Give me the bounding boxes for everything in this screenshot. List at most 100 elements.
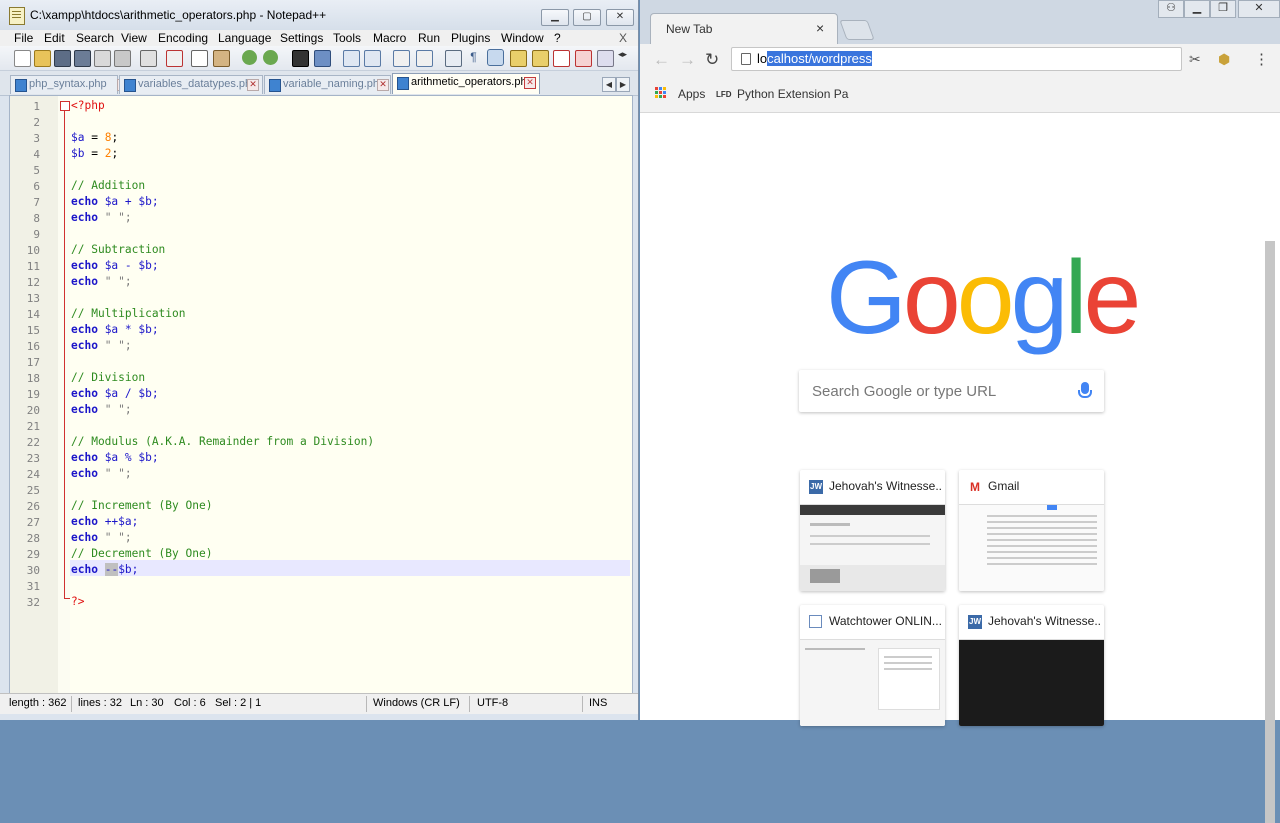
zoom-out-icon[interactable] bbox=[364, 50, 381, 67]
tab-close-icon[interactable]: ✕ bbox=[247, 79, 259, 91]
string: " "; bbox=[97, 531, 132, 544]
minimize-button[interactable]: ▁ bbox=[1184, 0, 1210, 18]
tab-variable-naming[interactable]: variable_naming.php ✕ bbox=[264, 75, 391, 94]
minimize-button[interactable]: ▁ bbox=[541, 9, 569, 26]
word-wrap-icon[interactable] bbox=[445, 50, 462, 67]
line-number: 6 bbox=[33, 180, 40, 193]
close-button[interactable]: ✕ bbox=[1238, 0, 1280, 18]
tab-close-icon[interactable]: ✕ bbox=[377, 79, 389, 91]
undo-icon[interactable] bbox=[242, 50, 257, 65]
maximize-button[interactable]: ▢ bbox=[573, 9, 601, 26]
logo-letter: l bbox=[1064, 240, 1087, 356]
most-visited-tile[interactable]: JW Jehovah's Witnesse... bbox=[959, 605, 1104, 726]
bookmark-python-extension[interactable]: Python Extension Pa bbox=[737, 87, 848, 101]
menu-encoding[interactable]: Encoding bbox=[158, 31, 208, 45]
tile-thumbnail bbox=[959, 639, 1104, 726]
expression: $b; bbox=[118, 563, 139, 576]
tab-close-icon[interactable]: ✕ bbox=[524, 77, 536, 89]
function-list-icon[interactable] bbox=[553, 50, 570, 67]
line-number: 13 bbox=[26, 292, 40, 305]
menu-run[interactable]: Run bbox=[418, 31, 440, 45]
menu-language[interactable]: Language bbox=[218, 31, 271, 45]
toolbar-overflow-icon[interactable]: ◂▸ bbox=[618, 50, 633, 65]
code-line-27: echo ++$a; bbox=[71, 515, 138, 528]
php-file-icon bbox=[397, 77, 409, 90]
scrollbar[interactable] bbox=[1265, 241, 1275, 823]
most-visited-tile[interactable]: M Gmail bbox=[959, 470, 1104, 591]
close-file-icon[interactable] bbox=[94, 50, 111, 67]
forward-icon[interactable]: → bbox=[679, 50, 696, 70]
address-bar[interactable]: localhost/wordpress bbox=[731, 47, 1182, 71]
sync-horizontal-icon[interactable] bbox=[416, 50, 433, 67]
menu-search[interactable]: Search bbox=[76, 31, 114, 45]
tab-php-syntax[interactable]: php_syntax.php ✕ bbox=[10, 75, 129, 94]
tab-scroll-left-icon[interactable]: ◀ bbox=[602, 77, 616, 92]
expression: $a * $b; bbox=[97, 323, 159, 336]
most-visited-tile[interactable]: Watchtower ONLIN... bbox=[800, 605, 945, 726]
apps-grid-icon[interactable] bbox=[655, 87, 667, 99]
most-visited-tile[interactable]: JW Jehovah's Witnesse... bbox=[800, 470, 945, 591]
menu-close-document[interactable]: X bbox=[619, 31, 627, 45]
menu-edit[interactable]: Edit bbox=[44, 31, 65, 45]
code-line-19: echo $a / $b; bbox=[71, 387, 159, 400]
tile-title: Watchtower ONLIN... bbox=[829, 614, 941, 628]
search-input[interactable]: Search Google or type URL bbox=[799, 370, 1104, 412]
tab-close-icon[interactable]: × bbox=[816, 20, 824, 36]
profile-icon[interactable]: ⚇ bbox=[1158, 0, 1184, 18]
zoom-in-icon[interactable] bbox=[343, 50, 360, 67]
restore-button[interactable]: ❐ bbox=[1210, 0, 1236, 18]
sync-vertical-icon[interactable] bbox=[393, 50, 410, 67]
user-language-icon[interactable] bbox=[510, 50, 527, 67]
fold-toggle-icon[interactable] bbox=[60, 101, 70, 111]
tab-arithmetic-operators[interactable]: arithmetic_operators.php ✕ bbox=[392, 73, 540, 94]
menu-window[interactable]: Window bbox=[501, 31, 544, 45]
status-lines: lines : 32 bbox=[78, 697, 123, 709]
extension-puzzle-icon[interactable]: ⬢ bbox=[1218, 51, 1230, 68]
menu-file[interactable]: File bbox=[14, 31, 33, 45]
tile-thumbnail bbox=[800, 504, 945, 591]
back-icon[interactable]: ← bbox=[653, 50, 670, 70]
menu-kebab-icon[interactable]: ⋮ bbox=[1254, 50, 1269, 68]
copy-icon[interactable] bbox=[191, 50, 208, 67]
tab-new-tab[interactable]: New Tab × bbox=[650, 13, 838, 45]
keyword: echo bbox=[71, 275, 98, 288]
code-line-32: ?> bbox=[71, 595, 85, 608]
reload-icon[interactable]: ↻ bbox=[705, 50, 719, 70]
chrome-tabstrip: New Tab × ⚇ ▁ ❐ ✕ bbox=[640, 0, 1280, 45]
notepad-titlebar[interactable]: C:\xampp\htdocs\arithmetic_operators.php… bbox=[0, 0, 638, 30]
open-file-icon[interactable] bbox=[34, 50, 51, 67]
close-button[interactable]: ✕ bbox=[606, 9, 634, 26]
paste-icon[interactable] bbox=[213, 50, 230, 67]
menu-view[interactable]: View bbox=[121, 31, 147, 45]
new-tab-button[interactable] bbox=[839, 20, 875, 40]
replace-icon[interactable] bbox=[314, 50, 331, 67]
close-all-icon[interactable] bbox=[114, 50, 131, 67]
keyword: echo bbox=[71, 451, 98, 464]
menu-macro[interactable]: Macro bbox=[373, 31, 406, 45]
indent-guide-icon[interactable] bbox=[487, 49, 504, 66]
tab-scroll-right-icon[interactable]: ▶ bbox=[616, 77, 630, 92]
bookmark-apps[interactable]: Apps bbox=[678, 87, 705, 101]
menu-tools[interactable]: Tools bbox=[333, 31, 361, 45]
tab-variables-datatypes[interactable]: variables_datatypes.php ✕ bbox=[119, 75, 263, 94]
find-icon[interactable] bbox=[292, 50, 309, 67]
menu-plugins[interactable]: Plugins bbox=[451, 31, 490, 45]
stop-macro-icon[interactable] bbox=[597, 50, 614, 67]
menu-settings[interactable]: Settings bbox=[280, 31, 323, 45]
record-macro-icon[interactable] bbox=[575, 50, 592, 67]
extension-icon[interactable]: ✂ bbox=[1189, 51, 1201, 68]
microphone-icon[interactable] bbox=[1078, 382, 1092, 398]
url-text[interactable]: localhost/wordpress bbox=[757, 51, 872, 66]
tile-title: Jehovah's Witnesse... bbox=[988, 614, 1100, 628]
document-map-icon[interactable] bbox=[532, 50, 549, 67]
save-icon[interactable] bbox=[54, 50, 71, 67]
operator: = bbox=[84, 131, 105, 144]
save-all-icon[interactable] bbox=[74, 50, 91, 67]
cut-icon[interactable] bbox=[166, 50, 183, 67]
redo-icon[interactable] bbox=[263, 50, 278, 65]
show-all-characters-icon[interactable]: ¶ bbox=[466, 50, 481, 65]
new-file-icon[interactable] bbox=[14, 50, 31, 67]
menu-help[interactable]: ? bbox=[554, 31, 561, 45]
code-editor[interactable]: 1 2 3 4 5 6 7 8 9 10 11 12 13 14 15 16 17 18 19 20 21 22 23 24 2… bbox=[9, 95, 633, 694]
print-icon[interactable] bbox=[140, 50, 157, 67]
